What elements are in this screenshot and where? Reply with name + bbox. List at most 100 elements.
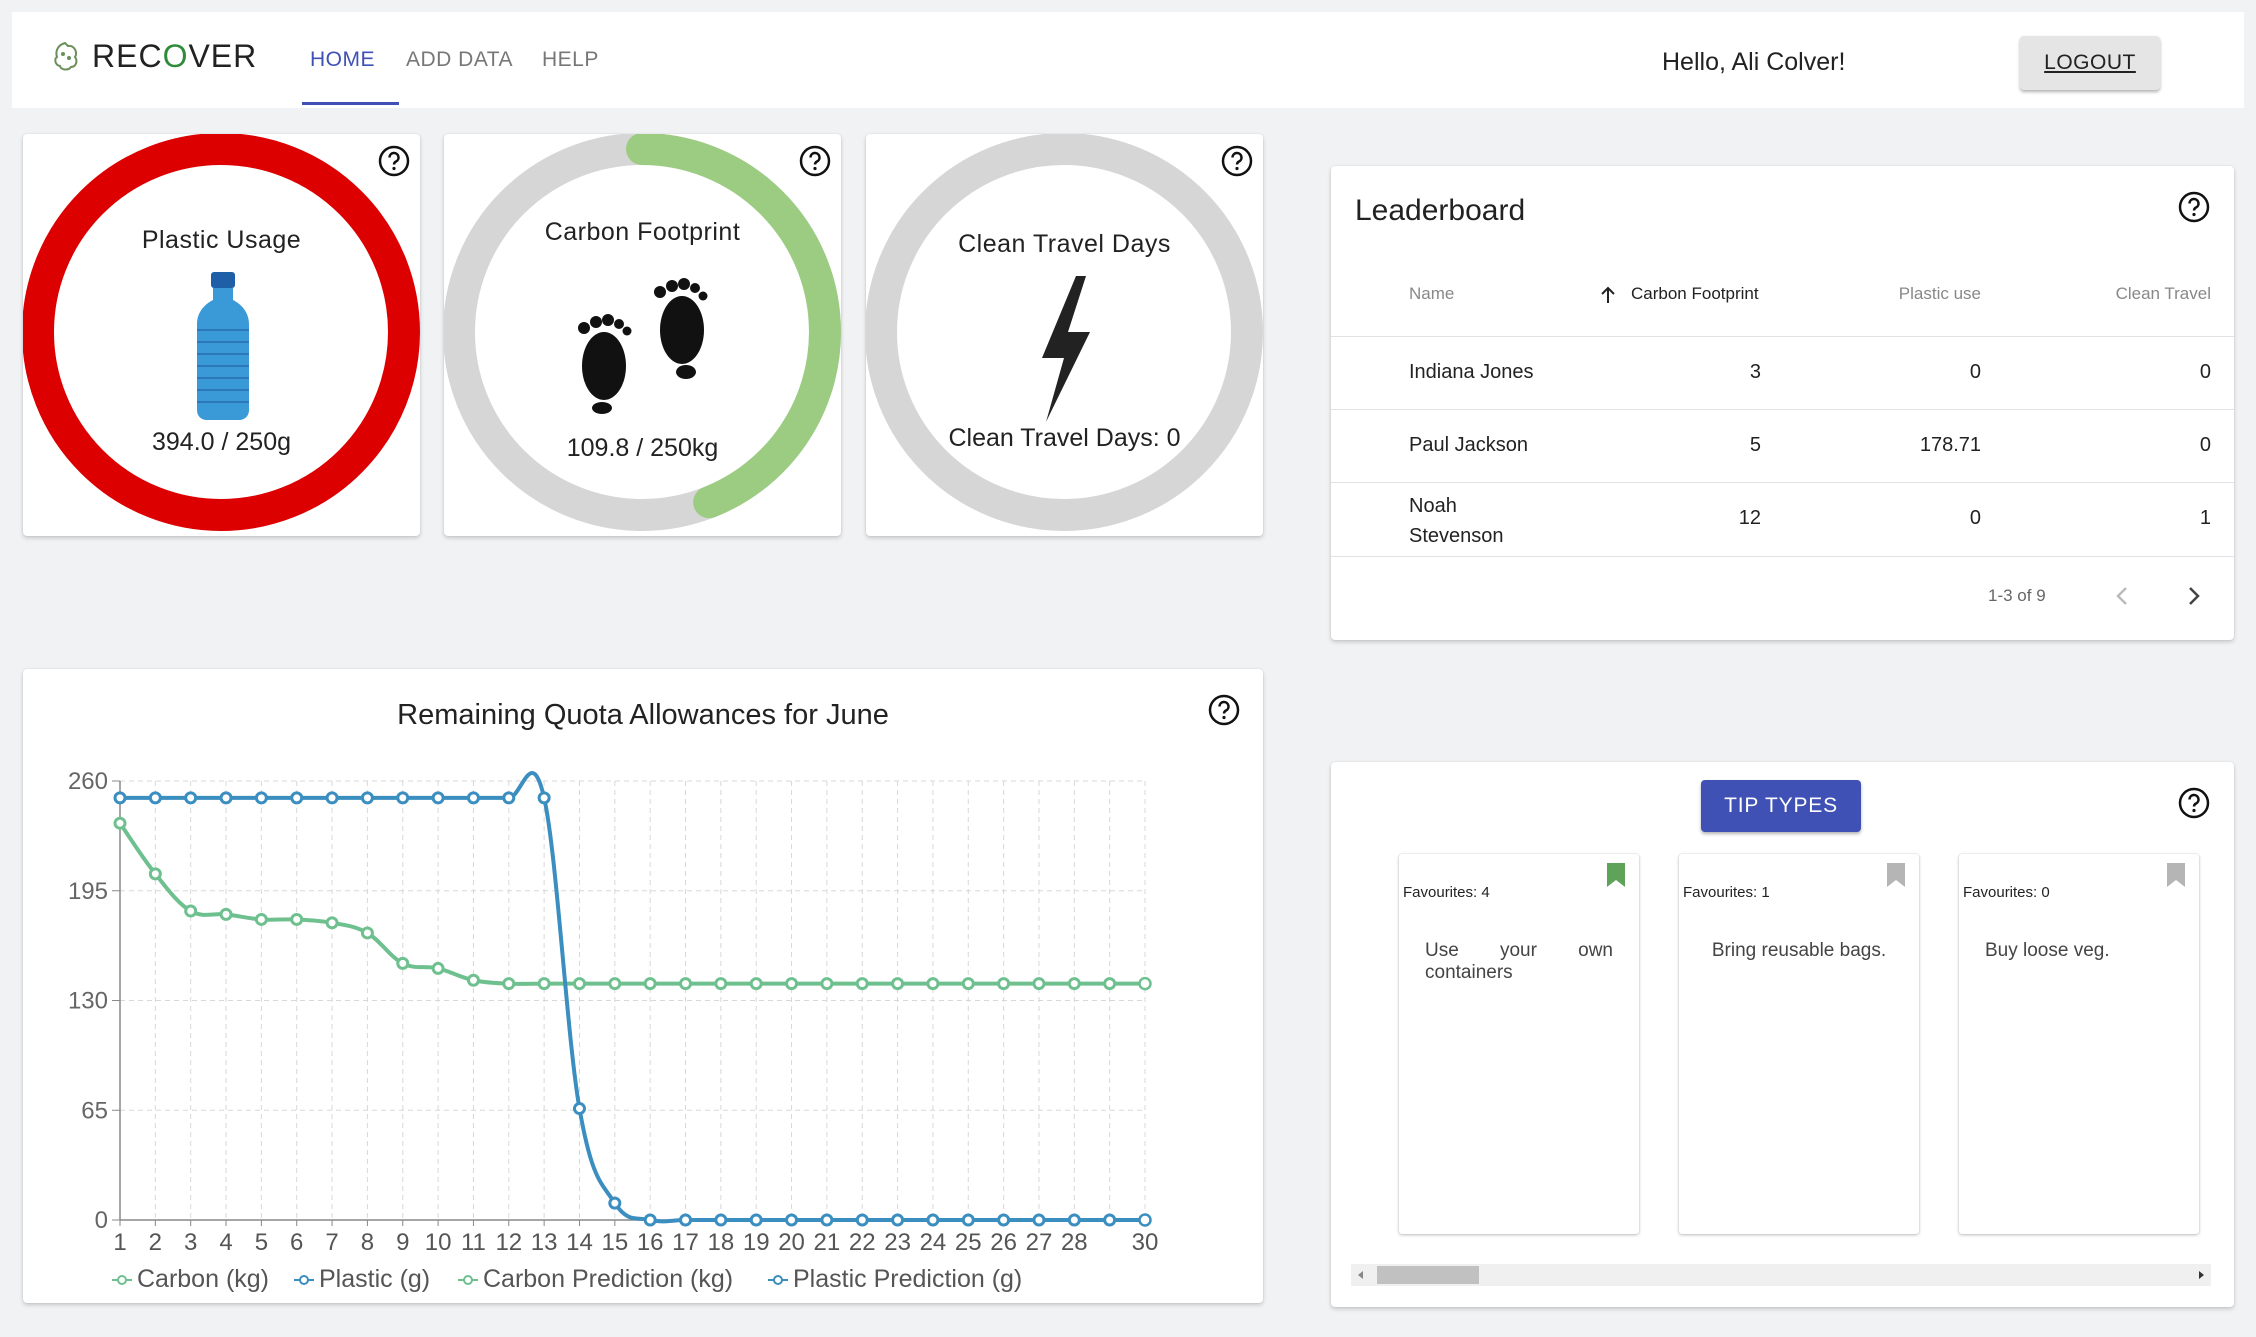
tip-favourites-count: Favourites: 0 xyxy=(1963,884,2050,901)
data-point-plastic-g xyxy=(290,791,304,805)
y-tick-label: 195 xyxy=(68,878,108,905)
tip-card[interactable]: Favourites: 1 Bring reusable bags. xyxy=(1679,854,1919,1234)
tip-card[interactable]: Favourites: 4 Use your own containers xyxy=(1399,854,1639,1234)
data-point-carbon-kg xyxy=(325,916,339,930)
data-point-plastic-g xyxy=(148,791,162,805)
leaderboard-title: Leaderboard xyxy=(1355,194,1526,227)
cell-plastic: 0 xyxy=(1969,361,1981,383)
data-point-carbon-kg xyxy=(855,977,869,991)
gauge-value: 109.8 / 250kg xyxy=(566,434,719,462)
data-point-carbon-kg xyxy=(396,956,410,970)
column-header-name[interactable]: Name xyxy=(1409,284,1454,304)
data-point-plastic-g xyxy=(820,1213,834,1227)
tips-card: TIP TYPES Favourites: 4 Use your own con… xyxy=(1331,762,2234,1307)
legend-label: Carbon Prediction (kg) xyxy=(483,1265,734,1293)
tip-types-button[interactable]: TIP TYPES xyxy=(1701,780,1861,832)
data-point-carbon-kg xyxy=(643,977,657,991)
column-header-clean-travel[interactable]: Clean Travel xyxy=(2091,284,2211,304)
nav-add-data[interactable]: ADD DATA xyxy=(406,48,513,72)
x-tick-label: 6 xyxy=(290,1229,303,1256)
x-tick-label: 12 xyxy=(495,1229,522,1256)
data-point-carbon-kg xyxy=(254,912,268,926)
cell-carbon: 5 xyxy=(1749,434,1761,456)
data-point-carbon-kg xyxy=(113,816,127,830)
chevron-left-icon[interactable] xyxy=(2111,584,2133,608)
data-point-plastic-g xyxy=(502,791,516,805)
legend-label: Carbon (kg) xyxy=(137,1265,269,1293)
data-point-plastic-g xyxy=(997,1213,1011,1227)
y-tick-label: 260 xyxy=(68,768,108,795)
horizontal-scrollbar[interactable] xyxy=(1351,1264,2211,1286)
gauge-title: Carbon Footprint xyxy=(544,218,741,246)
x-tick-label: 30 xyxy=(1132,1229,1159,1256)
nav-help[interactable]: HELP xyxy=(542,48,599,72)
data-point-plastic-g xyxy=(643,1213,657,1227)
data-point-plastic-g xyxy=(961,1213,975,1227)
cell-clean-travel: 1 xyxy=(2199,507,2211,529)
x-tick-label: 21 xyxy=(814,1229,841,1256)
help-icon[interactable] xyxy=(1220,144,1254,178)
recover-logo-icon xyxy=(54,41,78,71)
data-point-carbon-kg xyxy=(891,977,905,991)
chevron-right-icon[interactable] xyxy=(2183,584,2205,608)
bookmark-icon[interactable] xyxy=(2165,862,2187,888)
data-point-plastic-g xyxy=(749,1213,763,1227)
legend-marker-icon xyxy=(768,1275,788,1285)
tip-card[interactable]: Favourites: 0 Buy loose veg. xyxy=(1959,854,2199,1234)
data-point-plastic-g xyxy=(466,791,480,805)
bookmark-icon[interactable] xyxy=(1885,862,1907,888)
tip-text: Bring reusable bags. xyxy=(1711,940,1887,961)
help-icon[interactable] xyxy=(2177,190,2211,224)
lightning-bolt-icon xyxy=(1042,276,1090,422)
data-point-plastic-g xyxy=(360,791,374,805)
data-point-plastic-g xyxy=(608,1196,622,1210)
sort-arrow-up-icon[interactable] xyxy=(1599,286,1617,304)
legend-item[interactable]: Carbon Prediction (kg) xyxy=(457,1265,733,1294)
data-point-plastic-g xyxy=(572,1102,586,1116)
x-tick-label: 26 xyxy=(990,1229,1017,1256)
legend-item[interactable]: Plastic Prediction (g) xyxy=(767,1265,1022,1294)
data-point-carbon-kg xyxy=(785,977,799,991)
data-point-carbon-kg xyxy=(997,977,1011,991)
cell-clean-travel: 0 xyxy=(2199,434,2211,456)
x-tick-label: 15 xyxy=(601,1229,628,1256)
user-greeting: Hello, Ali Colver! xyxy=(1662,48,1846,76)
scroll-right-arrow-icon[interactable] xyxy=(2195,1267,2209,1283)
logout-button[interactable]: LOGOUT xyxy=(2020,36,2160,90)
legend-item[interactable]: Plastic (g) xyxy=(293,1265,430,1294)
data-point-carbon-kg xyxy=(431,961,445,975)
data-point-plastic-g xyxy=(855,1213,869,1227)
column-header-carbon[interactable]: Carbon Footprint xyxy=(1631,284,1759,304)
x-tick-label: 18 xyxy=(708,1229,735,1256)
cell-name: Indiana Jones xyxy=(1409,361,1534,383)
x-tick-label: 25 xyxy=(955,1229,982,1256)
data-point-plastic-g xyxy=(431,791,445,805)
cell-name-line-1: Noah xyxy=(1409,495,1457,517)
data-point-carbon-kg xyxy=(1067,977,1081,991)
bookmark-icon[interactable] xyxy=(1605,862,1627,888)
help-icon[interactable] xyxy=(798,144,832,178)
help-icon[interactable] xyxy=(2177,786,2211,820)
x-tick-label: 4 xyxy=(219,1229,232,1256)
cell-carbon: 3 xyxy=(1749,361,1761,383)
data-point-plastic-g xyxy=(1032,1213,1046,1227)
data-point-plastic-g xyxy=(679,1213,693,1227)
data-point-plastic-g xyxy=(714,1213,728,1227)
legend-item[interactable]: Carbon (kg) xyxy=(111,1265,269,1294)
column-header-plastic[interactable]: Plastic use xyxy=(1891,284,1981,304)
help-icon[interactable] xyxy=(377,144,411,178)
scrollbar-thumb[interactable] xyxy=(1377,1266,1479,1284)
y-tick-label: 65 xyxy=(81,1097,108,1124)
tip-favourites-count: Favourites: 1 xyxy=(1683,884,1770,901)
data-point-carbon-kg xyxy=(608,977,622,991)
cell-name: Paul Jackson xyxy=(1409,434,1528,456)
nav-home[interactable]: HOME xyxy=(310,48,375,72)
legend-label: Plastic (g) xyxy=(319,1265,431,1293)
data-point-plastic-g xyxy=(537,791,551,805)
data-point-plastic-g xyxy=(254,791,268,805)
scroll-left-arrow-icon[interactable] xyxy=(1353,1267,1367,1283)
table-row: Indiana Jones 3 0 0 xyxy=(1331,336,2234,409)
data-point-carbon-kg xyxy=(290,912,304,926)
cell-name-line-2: Stevenson xyxy=(1409,525,1504,547)
data-point-carbon-kg xyxy=(537,977,551,991)
